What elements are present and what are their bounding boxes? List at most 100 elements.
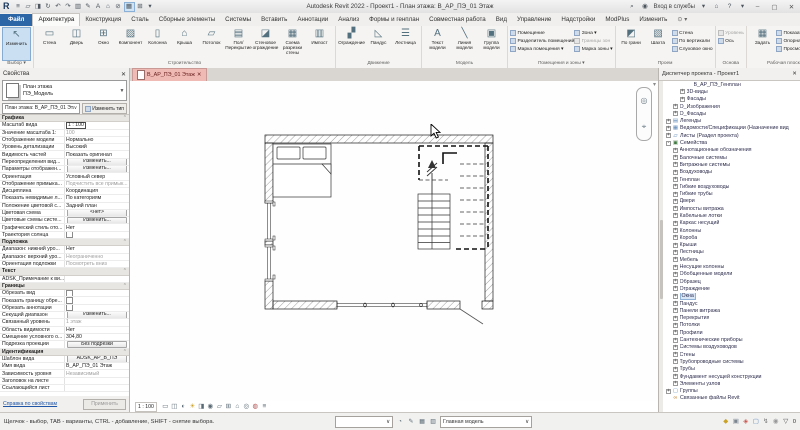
property-value-text[interactable]: 1 : 100 (66, 122, 86, 129)
edit-type-button[interactable]: Изменить тип (82, 103, 127, 114)
property-value[interactable] (64, 377, 129, 384)
ribbon-tab-сборные-элементы[interactable]: Сборные элементы (154, 14, 220, 26)
view-tab[interactable]: В_АР_ПЭ_01 Этаж ✕ (132, 68, 207, 81)
drawing-canvas[interactable]: В_АР_ПЭ_01 Этаж ✕ ▾ ◎ ⌖ 1: 100 ▭ ◫ ◐ ☀ … (130, 68, 658, 412)
property-value-text[interactable]: Условный север (66, 174, 105, 180)
properties-close-icon[interactable]: ✕ (121, 71, 126, 78)
tree-item-образец[interactable]: + Образец (659, 278, 800, 285)
print-icon[interactable]: ▥ (74, 2, 83, 12)
tree-item-группы[interactable]: + ▢ Группы (659, 387, 800, 394)
type-selector-dropdown-icon[interactable]: ▼ (118, 88, 126, 94)
property-value[interactable] (64, 231, 129, 239)
tree-item-гибкие-воздуховоды[interactable]: + Гибкие воздуховоды (659, 183, 800, 190)
property-value[interactable]: <нет> (64, 209, 129, 217)
tree-expander-icon[interactable]: + (673, 242, 678, 248)
property-value[interactable]: ADSK_AP_B_ПЭ (64, 355, 129, 363)
tree-expander-icon[interactable]: + (673, 228, 678, 234)
tree-expander-icon[interactable]: + (673, 344, 678, 350)
property-value[interactable] (64, 297, 129, 304)
ribbon-tab-архитектура[interactable]: Архитектура (32, 13, 81, 26)
tree-item-стены[interactable]: + Стены (659, 351, 800, 358)
property-value[interactable]: Подчистить все примык... (64, 180, 129, 187)
tree-item-балочные-системы[interactable]: + Балочные системы (659, 154, 800, 161)
property-value-text[interactable]: 304,80 (66, 334, 82, 340)
instance-selector[interactable]: План этажа: В_АР_ПЭ_01 Этаж ∨ (2, 103, 81, 114)
section-pin-icon[interactable]: ⌃ (123, 268, 127, 274)
tree-expander-icon[interactable]: + (673, 286, 678, 292)
ribbon-button[interactable]: ▧ Шахта (645, 27, 672, 45)
tree-expander-icon[interactable]: + (666, 133, 671, 139)
property-value[interactable]: Нет (64, 224, 129, 231)
ribbon-button[interactable]: ▥ Импост (306, 27, 333, 45)
tree-expander-icon[interactable]: + (673, 330, 678, 336)
ribbon-button[interactable]: ╲ Линия модели (451, 27, 478, 50)
tree-expander-icon[interactable]: + (673, 381, 678, 387)
property-value[interactable]: 1 : 100 (64, 122, 129, 129)
thin-lines-icon[interactable]: ▦ (123, 1, 135, 12)
property-value[interactable]: 1 этаж (64, 319, 129, 326)
ribbon-tab-совместная-работа[interactable]: Совместная работа (424, 14, 491, 26)
property-value[interactable] (64, 304, 129, 312)
ribbon-button[interactable]: ▭ Стена (36, 27, 63, 45)
tree-item-кабельные-лотки[interactable]: + Кабельные лотки (659, 212, 800, 219)
tree-item-воздуховоды[interactable]: + Воздуховоды (659, 169, 800, 176)
tree-item-лестницы[interactable]: + Лестницы (659, 249, 800, 256)
workset-combo[interactable]: Главная модель ∨ (440, 415, 533, 428)
tree-expander-icon[interactable]: + (673, 322, 678, 328)
link-select-icon[interactable]: ▣ (732, 418, 740, 426)
ribbon-button[interactable]: ▯ Колонна (144, 27, 171, 45)
steering-wheel-icon[interactable]: ◎ (641, 96, 648, 105)
lock-3d-icon[interactable]: ⌂ (233, 403, 241, 411)
ribbon-small-button[interactable]: Стена (671, 29, 713, 37)
scale-icon[interactable]: ▭ (161, 403, 169, 411)
customize-icon[interactable]: ⊞ (136, 2, 145, 12)
tree-item-импосты-витража[interactable]: + Импосты витража (659, 205, 800, 212)
revit-logo-icon[interactable]: R (3, 0, 10, 13)
open-icon[interactable]: ▱ (24, 2, 33, 12)
tree-expander-icon[interactable]: + (673, 169, 678, 175)
tree-item-обобщенные-модели[interactable]: + Обобщенные модели (659, 271, 800, 278)
tree-expander-icon[interactable]: + (673, 220, 678, 226)
tree-expander-icon[interactable]: + (673, 257, 678, 263)
ribbon-tab--[interactable]: ⊙ ▾ (672, 14, 692, 26)
tree-expander-icon[interactable]: + (680, 96, 685, 102)
pinned-select-icon[interactable]: ▢ (752, 418, 760, 426)
property-value[interactable]: Неограниченно (64, 253, 129, 260)
canvas-pin-icon[interactable]: ▾ (653, 81, 656, 88)
measure-icon[interactable]: ✎ (84, 2, 93, 12)
tree-item-пандус[interactable]: + Пандус (659, 300, 800, 307)
property-edit-button[interactable]: Изменить... (66, 217, 128, 224)
tree-expander-icon[interactable]: + (666, 118, 671, 124)
property-edit-button[interactable]: <нет> (66, 209, 128, 217)
ribbon-tab-аннотации[interactable]: Аннотации (292, 14, 333, 26)
tree-expander-icon[interactable]: + (673, 374, 678, 380)
sync-icon[interactable]: ↻ (44, 2, 53, 12)
help-icon[interactable]: ? (725, 2, 734, 12)
ribbon-group-label[interactable]: Проем (616, 60, 715, 68)
qat-dropdown-icon[interactable]: ▾ (146, 2, 155, 12)
tree-expander-icon[interactable]: + (673, 155, 678, 161)
property-value[interactable]: Посмотреть вниз (64, 260, 129, 268)
type-selector[interactable]: План этажа ПЭ_Модель ▼ (2, 80, 127, 101)
tree-item-профили[interactable]: + Профили (659, 329, 800, 336)
tree-item-легенды[interactable]: + ▤ Легенды (659, 117, 800, 124)
section-pin-icon[interactable]: ⌃ (123, 283, 127, 289)
ribbon-small-button[interactable]: Разделитель помещений (510, 37, 574, 45)
editable-items-icon[interactable]: ◔ (396, 418, 404, 426)
ribbon-small-button[interactable]: Просмотр (775, 45, 800, 53)
ribbon-button[interactable]: ▦ Задать (749, 27, 776, 45)
tree-item-крыши[interactable]: + Крыши (659, 242, 800, 249)
tree-expander-icon[interactable]: + (673, 235, 678, 241)
close-button[interactable]: ✕ (785, 3, 798, 11)
constraints-icon[interactable]: ≡ (260, 403, 268, 411)
background-process-icon[interactable]: ◉ (772, 418, 780, 426)
tree-expander-icon[interactable]: + (673, 352, 678, 358)
active-workset-icon[interactable]: ▥ (429, 418, 437, 426)
ribbon-tab-сталь[interactable]: Сталь (126, 14, 154, 26)
tree-item-о-изображения[interactable]: + О_Изображения (659, 103, 800, 110)
tree-item-элементы-узлов[interactable]: + Элементы узлов (659, 380, 800, 387)
ribbon-button[interactable]: ↖ Изменить (2, 27, 31, 61)
property-value[interactable] (64, 275, 129, 282)
ribbon-button[interactable]: ⌂ Крыша (171, 27, 198, 45)
property-value[interactable]: Задний план (64, 202, 129, 209)
